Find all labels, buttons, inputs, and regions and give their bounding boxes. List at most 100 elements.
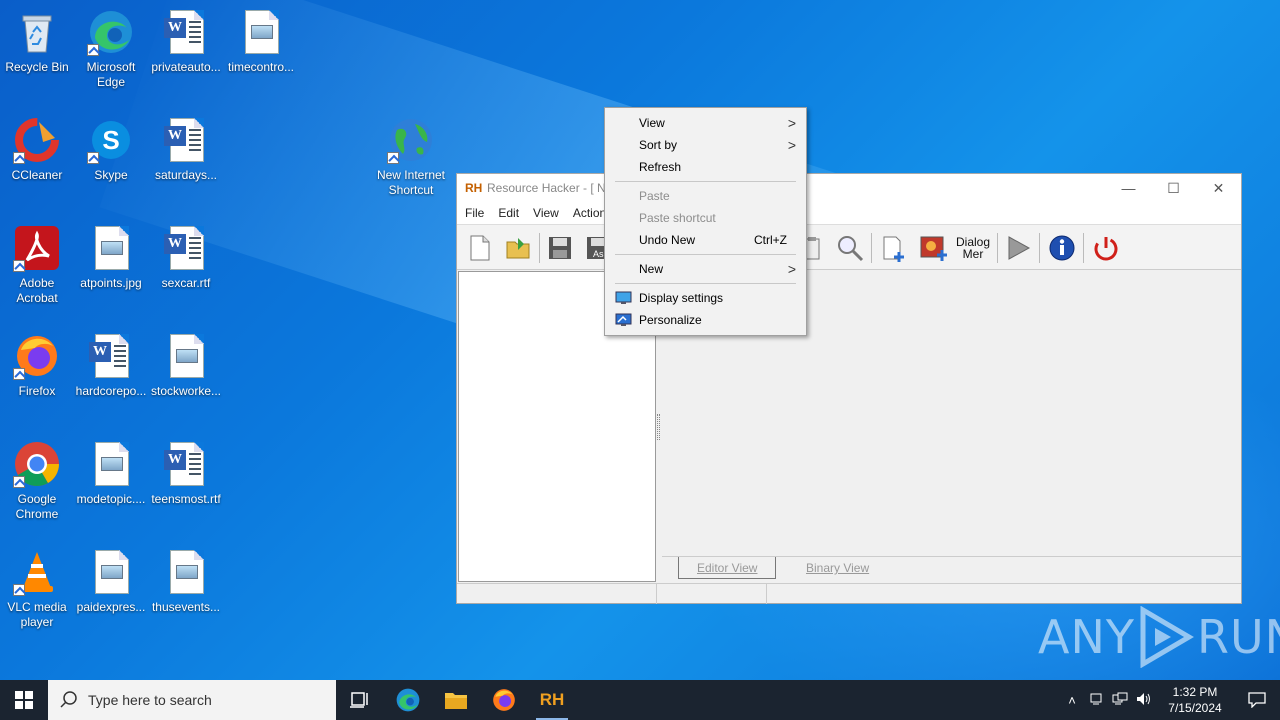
firefox-icon [493,689,515,711]
menu-item-sort-by[interactable]: Sort by > [605,134,806,156]
compile-run-button[interactable] [1001,232,1035,264]
network-icon[interactable] [1108,692,1132,709]
desktop-icon-saturdays[interactable]: W saturdays... [148,116,224,183]
menu-item-paste: Paste [605,185,806,207]
menu-view[interactable]: View [533,206,559,220]
find-button[interactable] [833,232,867,264]
clock[interactable]: 1:32 PM 7/15/2024 [1156,684,1234,716]
dialog-merger-button[interactable]: Dialog Mer [953,232,993,264]
close-button[interactable]: ✕ [1196,174,1241,202]
desktop-icon-teensmost[interactable]: W teensmost.rtf [148,440,224,507]
desktop-icon-vlc[interactable]: VLC media player [0,548,75,630]
icon-label: teensmost.rtf [151,492,221,506]
menu-item-view[interactable]: View > [605,112,806,134]
desktop-icon-google-chrome[interactable]: Google Chrome [0,440,75,522]
menu-file[interactable]: File [465,206,484,220]
icon-label: CCleaner [11,168,63,182]
taskbar-file-explorer[interactable] [432,680,480,720]
open-button[interactable] [501,232,535,264]
icon-label: Google Chrome [15,492,59,521]
device-icon[interactable] [1084,692,1108,709]
chrome-icon [13,440,61,488]
volume-icon[interactable] [1132,692,1156,709]
menu-item-display-settings[interactable]: Display settings [605,287,806,309]
shortcut-arrow-icon [13,368,25,380]
desktop-icon-modetopic[interactable]: modetopic.... [73,440,149,507]
desktop-icon-stockworke[interactable]: stockworke... [148,332,224,399]
image-file-icon [87,224,135,272]
system-tray: ˄ 1:32 PM 7/15/2024 [1060,680,1280,720]
add-image-resource-button[interactable] [917,232,951,264]
menu-separator [615,181,796,182]
resource-hacker-icon: RH [539,690,565,709]
exit-button[interactable] [1089,232,1123,264]
desktop-icon-sexcar[interactable]: W sexcar.rtf [148,224,224,291]
desktop-icon-paidexpres[interactable]: paidexpres... [73,548,149,615]
new-file-button[interactable] [463,232,497,264]
icon-label: paidexpres... [76,600,146,614]
clock-date: 7/15/2024 [1168,701,1222,715]
start-button[interactable] [0,680,48,720]
globe-icon [387,116,435,164]
task-view-button[interactable] [336,680,384,720]
notifications-button[interactable] [1234,692,1280,708]
icon-label: New Internet Shortcut [376,168,446,197]
window-titlebar[interactable]: RH Resource Hacker - [ Ne — ☐ ✕ [457,174,1241,202]
desktop-icon-skype[interactable]: S Skype [73,116,149,183]
dialog-merger-label: Dialog Mer [955,235,991,261]
add-resource-button[interactable] [877,232,911,264]
save-button[interactable] [543,232,577,264]
folder-icon [445,693,467,709]
menu-item-undo-new[interactable]: Undo New Ctrl+Z [605,229,806,251]
desktop-icon-new-internet-shortcut[interactable]: New Internet Shortcut [373,116,449,198]
taskbar-firefox[interactable] [480,680,528,720]
resource-hacker-window[interactable]: RH Resource Hacker - [ Ne — ☐ ✕ File Edi… [456,173,1242,604]
maximize-button[interactable]: ☐ [1151,174,1196,202]
vlc-icon [13,548,61,596]
menu-item-shortcut: Ctrl+Z [754,233,787,247]
about-button[interactable] [1045,232,1079,264]
splitter-handle[interactable] [657,414,660,440]
desktop-context-menu: View > Sort by > Refresh Paste Paste sho… [604,107,807,336]
desktop-icon-privateauto[interactable]: W privateauto... [148,8,224,75]
icon-label: Skype [94,168,128,182]
taskbar-edge[interactable] [384,680,432,720]
tab-binary-view[interactable]: Binary View [788,557,887,579]
menu-item-new[interactable]: New > [605,258,806,280]
desktop-icon-thusevents[interactable]: thusevents... [148,548,224,615]
chevron-up-icon[interactable]: ˄ [1060,693,1084,708]
word-document-icon: W [162,116,210,164]
shortcut-arrow-icon [13,584,25,596]
view-tabs: Editor View Binary View [662,557,1241,581]
new-file-icon [470,235,490,261]
icon-label: atpoints.jpg [80,276,142,290]
menu-action[interactable]: Action [573,206,606,220]
menu-edit[interactable]: Edit [498,206,519,220]
desktop-icon-timecontro[interactable]: timecontro... [223,8,299,75]
display-icon [615,291,632,304]
taskbar: Type here to search RH ˄ 1:32 PM 7/15/20… [0,680,1280,720]
word-document-icon: W [87,332,135,380]
shortcut-arrow-icon [87,152,99,164]
icon-label: thusevents... [151,600,221,614]
taskbar-search-box[interactable]: Type here to search [48,680,336,720]
image-file-icon [162,332,210,380]
windows-logo-icon [15,691,33,709]
desktop-icon-hardcorepo[interactable]: W hardcorepo... [73,332,149,399]
icon-label: hardcorepo... [75,384,147,398]
desktop-icon-ccleaner[interactable]: CCleaner [0,116,75,183]
taskbar-resource-hacker[interactable]: RH [528,680,576,720]
desktop-icon-firefox[interactable]: Firefox [0,332,75,399]
desktop-icon-atpoints[interactable]: atpoints.jpg [73,224,149,291]
tab-editor-view[interactable]: Editor View [678,557,777,579]
desktop-icon-adobe-acrobat[interactable]: Adobe Acrobat [0,224,75,306]
minimize-button[interactable]: — [1106,174,1151,202]
menu-item-label: New [639,262,664,276]
icon-label: timecontro... [227,60,295,74]
add-image-icon [920,236,947,261]
menu-item-personalize[interactable]: Personalize [605,309,806,331]
desktop-icon-recycle-bin[interactable]: Recycle Bin [0,8,75,75]
desktop-icon-microsoft-edge[interactable]: Microsoft Edge [73,8,149,90]
menu-item-refresh[interactable]: Refresh [605,156,806,178]
icon-label: modetopic.... [76,492,146,506]
